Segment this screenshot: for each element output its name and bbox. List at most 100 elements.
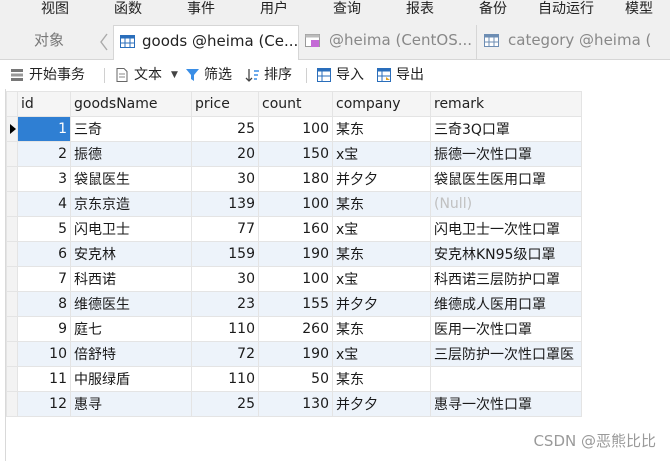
cell-price[interactable]: 25 — [191, 116, 259, 142]
cell-price[interactable]: 72 — [191, 341, 259, 367]
cell-remark[interactable]: 医用一次性口罩 — [430, 316, 582, 342]
cell-id[interactable]: 10 — [17, 341, 71, 367]
cell-goodsname[interactable]: 振德 — [70, 141, 192, 167]
cell-goodsname[interactable]: 闪电卫士 — [70, 216, 192, 242]
row-marker[interactable] — [6, 216, 18, 242]
cell-id[interactable]: 7 — [17, 266, 71, 292]
cell-remark[interactable]: 维德成人医用口罩 — [430, 291, 582, 317]
row-marker[interactable] — [6, 166, 18, 192]
cell-goodsname[interactable]: 安克林 — [70, 241, 192, 267]
cell-price[interactable]: 20 — [191, 141, 259, 167]
table-row[interactable]: 2 振德 20 150 x宝 振德一次性口罩 — [6, 141, 582, 167]
cell-price[interactable]: 77 — [191, 216, 259, 242]
chevron-left-icon[interactable] — [94, 25, 114, 59]
cell-count[interactable]: 100 — [258, 266, 333, 292]
cell-price[interactable]: 110 — [191, 366, 259, 392]
row-marker[interactable] — [6, 341, 18, 367]
cell-id[interactable]: 9 — [17, 316, 71, 342]
cell-id[interactable]: 4 — [17, 191, 71, 217]
text-button[interactable]: 文本 ▼ — [115, 65, 181, 85]
menu-view[interactable]: 视图 — [41, 0, 69, 20]
tab-objects[interactable]: 对象 — [0, 25, 92, 59]
row-marker[interactable] — [6, 266, 18, 292]
cell-count[interactable]: 100 — [258, 191, 333, 217]
cell-company[interactable]: 某东 — [332, 316, 431, 342]
row-marker[interactable] — [6, 116, 18, 142]
begin-transaction-button[interactable]: 开始事务 — [10, 65, 96, 85]
table-row[interactable]: 9 庭七 110 260 某东 医用一次性口罩 — [6, 316, 582, 342]
cell-company[interactable]: 并夕夕 — [332, 166, 431, 192]
cell-count[interactable]: 100 — [258, 116, 333, 142]
table-row[interactable]: 10 倍舒特 72 190 x宝 三层防护一次性口罩医 — [6, 341, 582, 367]
cell-company[interactable]: 并夕夕 — [332, 391, 431, 417]
cell-remark[interactable]: 袋鼠医生医用口罩 — [430, 166, 582, 192]
cell-count[interactable]: 190 — [258, 341, 333, 367]
table-row[interactable]: 5 闪电卫士 77 160 x宝 闪电卫士一次性口罩 — [6, 216, 582, 242]
cell-price[interactable]: 30 — [191, 266, 259, 292]
menu-reports[interactable]: 报表 — [406, 0, 434, 20]
cell-id[interactable]: 5 — [17, 216, 71, 242]
cell-goodsname[interactable]: 科西诺 — [70, 266, 192, 292]
row-marker[interactable] — [6, 241, 18, 267]
table-row[interactable]: 11 中服绿盾 110 50 某东 — [6, 366, 582, 392]
cell-count[interactable]: 260 — [258, 316, 333, 342]
tab-query[interactable]: @heima (CentOS... — [299, 25, 477, 59]
table-row[interactable]: 7 科西诺 30 100 x宝 科西诺三层防护口罩 — [6, 266, 582, 292]
cell-goodsname[interactable]: 京东京造 — [70, 191, 192, 217]
tab-category[interactable]: category @heima ( — [478, 25, 670, 59]
cell-company[interactable]: x宝 — [332, 141, 431, 167]
cell-goodsname[interactable]: 袋鼠医生 — [70, 166, 192, 192]
cell-remark[interactable]: 振德一次性口罩 — [430, 141, 582, 167]
cell-price[interactable]: 159 — [191, 241, 259, 267]
cell-goodsname[interactable]: 惠寻 — [70, 391, 192, 417]
cell-id[interactable]: 1 — [17, 116, 71, 142]
cell-id[interactable]: 8 — [17, 291, 71, 317]
cell-remark[interactable] — [430, 366, 582, 392]
column-header-company[interactable]: company — [332, 91, 431, 117]
cell-company[interactable]: 并夕夕 — [332, 291, 431, 317]
cell-count[interactable]: 130 — [258, 391, 333, 417]
cell-remark[interactable]: 三奇3Q口罩 — [430, 116, 582, 142]
menu-automation[interactable]: 自动运行 — [538, 0, 594, 20]
table-row[interactable]: 1 三奇 25 100 某东 三奇3Q口罩 — [6, 116, 582, 142]
cell-price[interactable]: 139 — [191, 191, 259, 217]
column-header-goodsname[interactable]: goodsName — [70, 91, 192, 117]
cell-count[interactable]: 50 — [258, 366, 333, 392]
cell-goodsname[interactable]: 倍舒特 — [70, 341, 192, 367]
import-button[interactable]: 导入 — [317, 65, 371, 85]
cell-company[interactable]: x宝 — [332, 216, 431, 242]
row-marker[interactable] — [6, 141, 18, 167]
cell-count[interactable]: 190 — [258, 241, 333, 267]
menu-backup[interactable]: 备份 — [479, 0, 507, 20]
row-marker[interactable] — [6, 391, 18, 417]
table-row[interactable]: 6 安克林 159 190 某东 安克林KN95级口罩 — [6, 241, 582, 267]
column-header-price[interactable]: price — [191, 91, 259, 117]
tab-goods[interactable]: goods @heima (Ce... — [113, 25, 299, 60]
cell-remark[interactable]: 安克林KN95级口罩 — [430, 241, 582, 267]
cell-id[interactable]: 12 — [17, 391, 71, 417]
cell-id[interactable]: 11 — [17, 366, 71, 392]
cell-goodsname[interactable]: 庭七 — [70, 316, 192, 342]
menu-events[interactable]: 事件 — [187, 0, 215, 20]
table-row[interactable]: 12 惠寻 25 130 并夕夕 惠寻一次性口罩 — [6, 391, 582, 417]
column-header-remark[interactable]: remark — [430, 91, 582, 117]
menu-users[interactable]: 用户 — [260, 0, 288, 20]
cell-count[interactable]: 155 — [258, 291, 333, 317]
sort-button[interactable]: 排序 — [245, 65, 299, 85]
cell-goodsname[interactable]: 维德医生 — [70, 291, 192, 317]
cell-company[interactable]: x宝 — [332, 266, 431, 292]
export-button[interactable]: 导出 — [377, 65, 431, 85]
menu-query[interactable]: 查询 — [333, 0, 361, 20]
cell-remark[interactable]: 惠寻一次性口罩 — [430, 391, 582, 417]
cell-id[interactable]: 3 — [17, 166, 71, 192]
filter-button[interactable]: 筛选 — [185, 65, 239, 85]
cell-goodsname[interactable]: 中服绿盾 — [70, 366, 192, 392]
cell-id[interactable]: 2 — [17, 141, 71, 167]
cell-id[interactable]: 6 — [17, 241, 71, 267]
cell-company[interactable]: 某东 — [332, 241, 431, 267]
cell-company[interactable]: 某东 — [332, 366, 431, 392]
table-row[interactable]: 4 京东京造 139 100 某东 (Null) — [6, 191, 582, 217]
menu-functions[interactable]: 函数 — [114, 0, 142, 20]
cell-remark[interactable]: (Null) — [430, 191, 582, 217]
cell-count[interactable]: 180 — [258, 166, 333, 192]
